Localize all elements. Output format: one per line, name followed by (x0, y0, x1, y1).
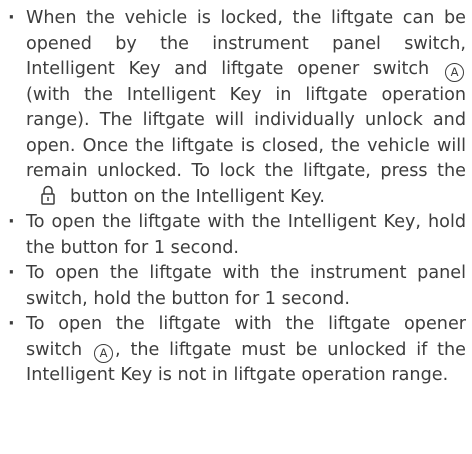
list-item: When the vehicle is locked, the liftgate… (0, 6, 472, 210)
bullet-text: button on the Intelligent Key. (70, 186, 325, 207)
bullet-text: When the vehicle is locked, the liftgate… (26, 8, 466, 79)
list-item: To open the liftgate with the Intelligen… (0, 210, 472, 261)
circled-a-marker: A (445, 63, 464, 82)
instruction-list: When the vehicle is locked, the liftgate… (0, 6, 472, 389)
circled-a-marker: A (94, 343, 114, 363)
bullet-text: To open the liftgate with the instrument… (26, 263, 466, 309)
list-item: To open the liftgate with the instrument… (0, 261, 472, 312)
bullet-text: To open the liftgate with the Intelligen… (26, 212, 466, 258)
lock-icon (40, 185, 56, 205)
bullet-text: (with the Intelligent Key in liftgate op… (26, 84, 466, 182)
bullet-text: , the liftgate must be un­locked if the … (26, 339, 467, 386)
document-page: When the vehicle is locked, the liftgate… (0, 6, 472, 454)
list-item: To open the liftgate with the liftgate o… (0, 312, 472, 389)
